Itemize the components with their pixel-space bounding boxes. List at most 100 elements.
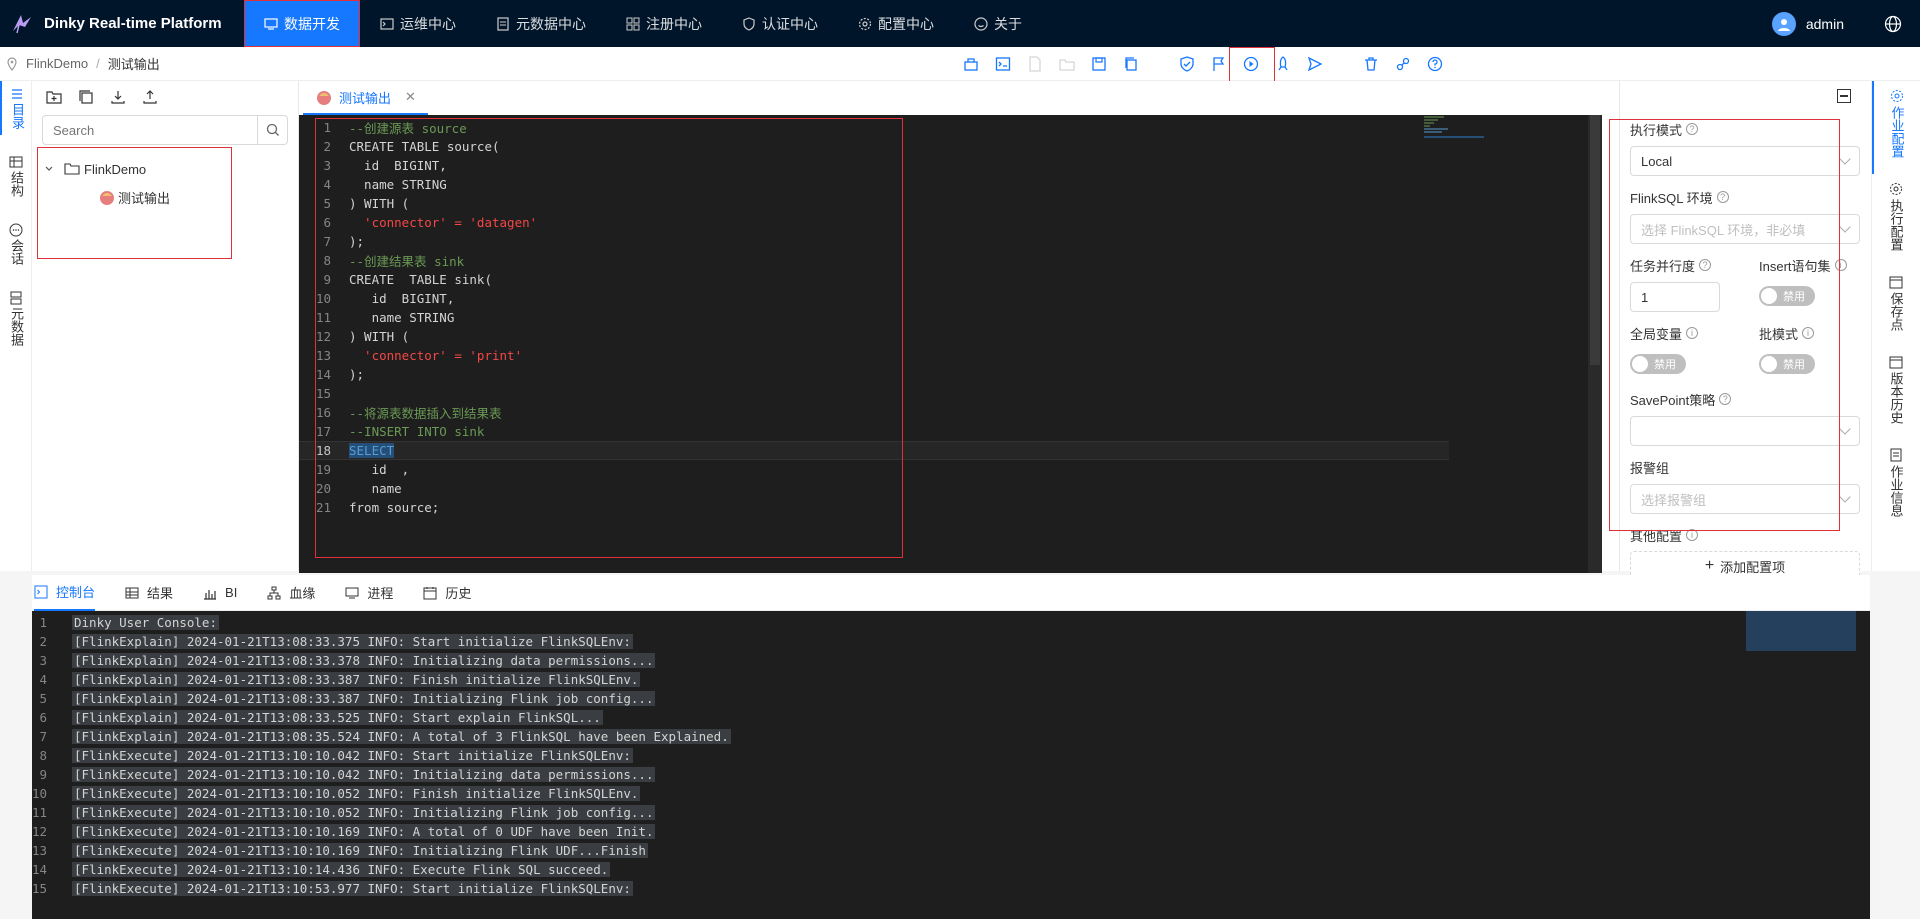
nav-metadata[interactable]: 元数据中心 <box>476 0 606 47</box>
copy-button[interactable] <box>1122 55 1140 73</box>
code-highlight <box>315 118 903 558</box>
submit-button[interactable] <box>1274 55 1292 73</box>
user-area: admin <box>1771 11 1920 36</box>
line-number: 3 <box>39 653 47 668</box>
nav-ops[interactable]: 运维中心 <box>360 0 476 47</box>
console-text: [FlinkExecute] 2024-01-21T13:10:53.977 I… <box>72 881 633 896</box>
search-input[interactable] <box>43 122 257 138</box>
tab-bi[interactable]: BI <box>203 575 237 611</box>
tab-lineage[interactable]: 血缘 <box>267 575 315 611</box>
line-number: 9 <box>39 767 47 782</box>
tab-metadata[interactable]: 元数据 <box>0 285 32 352</box>
line-number: 1 <box>39 615 47 630</box>
format-button[interactable] <box>962 55 980 73</box>
line-number: 7 <box>39 729 47 744</box>
open-folder-button[interactable] <box>1058 55 1076 73</box>
console-text: [FlinkExecute] 2024-01-21T13:10:10.169 I… <box>72 843 648 858</box>
console-output[interactable]: 1 Dinky User Console: 2 [FlinkExplain] 2024… <box>32 611 1870 919</box>
calendar-icon <box>1889 276 1903 289</box>
main-nav: 数据开发 运维中心 元数据中心 注册中心 认证中心 配置中心 关于 <box>244 0 1042 47</box>
line-number: 10 <box>32 786 48 801</box>
collapse-all-icon[interactable] <box>78 89 94 105</box>
send-button[interactable] <box>1306 55 1324 73</box>
config-highlight <box>1609 119 1840 531</box>
tab-session[interactable]: 会话 <box>0 217 32 271</box>
tab-directory[interactable]: 目录 <box>0 81 32 135</box>
nav-label: 运维中心 <box>400 15 456 32</box>
tab-job-info[interactable]: 作业信息 <box>1872 440 1920 533</box>
tab-history[interactable]: 历史 <box>423 575 471 611</box>
console-text: [FlinkExplain] 2024-01-21T13:08:33.375 I… <box>72 634 633 649</box>
file-icon <box>497 16 509 31</box>
folder-add-icon[interactable] <box>46 89 62 105</box>
console-minimap[interactable] <box>1746 611 1856 651</box>
gear-icon <box>858 17 872 30</box>
line-number: 11 <box>32 805 48 820</box>
collapse-panel-icon[interactable] <box>1837 89 1851 103</box>
line-number: 2 <box>39 634 47 649</box>
api-button[interactable] <box>1394 55 1412 73</box>
tab-exec-config[interactable]: 执行配置 <box>1872 174 1920 267</box>
calendar-icon <box>423 586 437 599</box>
line-number: 14 <box>32 862 48 877</box>
help-button[interactable] <box>1426 55 1444 73</box>
dinky-logo-icon[interactable] <box>0 0 44 47</box>
nav-data-dev[interactable]: 数据开发 <box>244 0 360 47</box>
code-minimap[interactable] <box>1422 115 1492 175</box>
line-number: 5 <box>39 691 47 706</box>
console-line: 11 [FlinkExecute] 2024-01-21T13:10:10.052… <box>32 803 1870 822</box>
shield-icon <box>743 16 755 31</box>
tab-savepoint[interactable]: 保存点 <box>1872 267 1920 347</box>
breadcrumb-root[interactable]: FlinkDemo <box>26 56 88 71</box>
console-text: [FlinkExplain] 2024-01-21T13:08:33.525 I… <box>72 710 603 725</box>
bar-chart-icon <box>204 589 217 600</box>
code-icon <box>34 585 48 598</box>
flag-button[interactable] <box>1210 55 1228 73</box>
console-line: 4 [FlinkExplain] 2024-01-21T13:08:33.387 … <box>32 670 1870 689</box>
console-text: [FlinkExecute] 2024-01-21T13:10:10.052 I… <box>72 786 641 801</box>
app-brand: Dinky Real-time Platform <box>44 15 222 32</box>
tab-console[interactable]: 控制台 <box>34 575 96 611</box>
new-file-button[interactable] <box>1026 55 1044 73</box>
delete-icon <box>1365 57 1377 71</box>
nav-registry[interactable]: 注册中心 <box>606 0 722 47</box>
close-icon[interactable]: ✕ <box>405 89 416 105</box>
delete-button[interactable] <box>1362 55 1380 73</box>
nav-about[interactable]: 关于 <box>954 0 1042 47</box>
save-button[interactable] <box>1090 55 1108 73</box>
tab-label: 作业配置 <box>1889 106 1905 158</box>
tab-label: 会话 <box>9 239 24 265</box>
tab-label: 结构 <box>9 171 24 197</box>
line-number: 12 <box>32 824 48 839</box>
editor-scrollbar[interactable] <box>1588 115 1602 573</box>
breadcrumb-bar: FlinkDemo / 测试输出 <box>0 47 1920 97</box>
tab-label: 血缘 <box>289 586 316 601</box>
tab-structure[interactable]: 结构 <box>0 149 32 203</box>
nav-config[interactable]: 配置中心 <box>838 0 954 47</box>
nav-auth[interactable]: 认证中心 <box>722 0 838 47</box>
question-circle-icon <box>1427 56 1443 72</box>
username[interactable]: admin <box>1806 16 1844 32</box>
tree-toolbar <box>32 81 298 113</box>
editor-tab[interactable]: 测试输出 ✕ <box>303 81 428 115</box>
breadcrumb: FlinkDemo / 测试输出 <box>0 54 160 73</box>
download-icon[interactable] <box>110 89 126 105</box>
check-button[interactable] <box>1178 55 1196 73</box>
avatar[interactable] <box>1771 11 1796 36</box>
search-button[interactable] <box>257 116 287 144</box>
table-icon <box>125 587 139 598</box>
globe-icon[interactable] <box>1884 15 1902 33</box>
console-button[interactable] <box>994 55 1012 73</box>
console-text: [FlinkExplain] 2024-01-21T13:08:33.387 I… <box>72 691 656 706</box>
tab-version-history[interactable]: 版本历史 <box>1872 347 1920 440</box>
line-number: 15 <box>32 881 48 896</box>
code-editor[interactable]: 1 --创建源表 source 2 CREATE TABLE source(3 id … <box>299 115 1602 573</box>
tab-process[interactable]: 进程 <box>345 575 393 611</box>
database-icon <box>10 291 22 305</box>
tree-search <box>42 115 288 145</box>
tab-result[interactable]: 结果 <box>125 575 173 611</box>
upload-icon[interactable] <box>142 89 158 105</box>
tab-job-config[interactable]: 作业配置 <box>1872 81 1920 174</box>
scroll-thumb[interactable] <box>1590 115 1600 365</box>
info-file-icon <box>1890 448 1902 462</box>
